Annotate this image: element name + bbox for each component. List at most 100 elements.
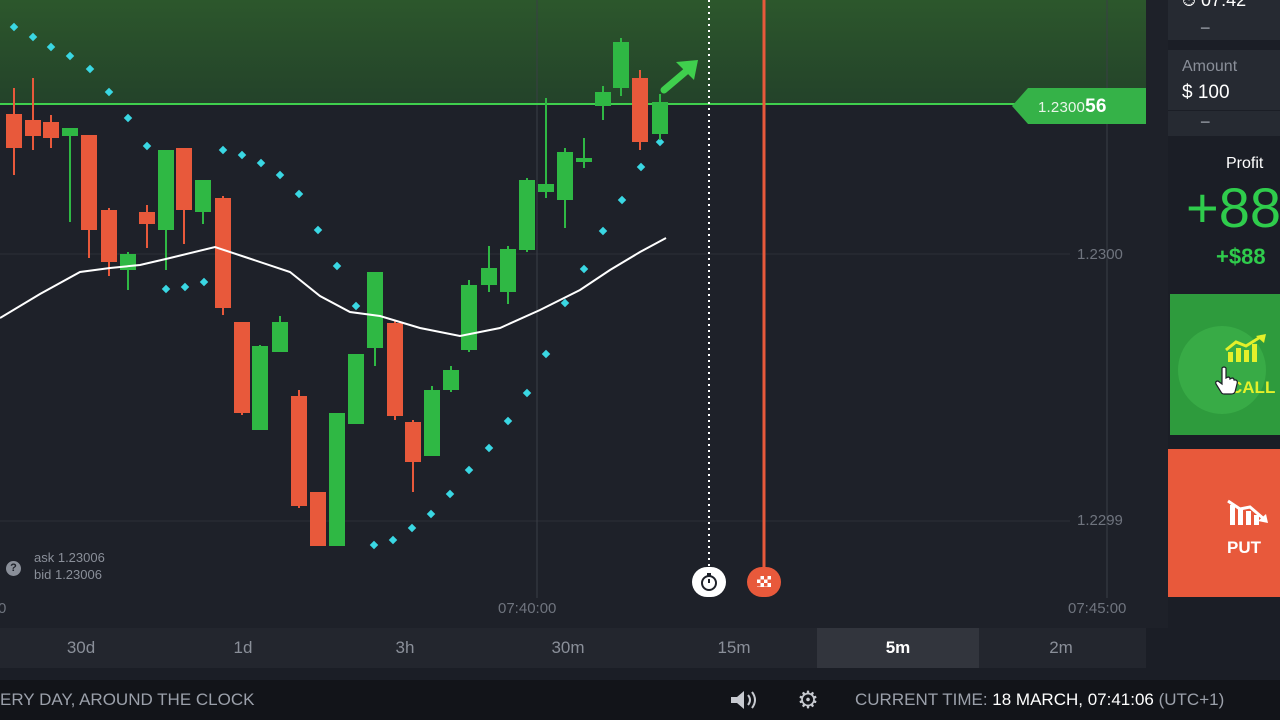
timeframe-15m[interactable]: 15m xyxy=(653,628,815,668)
candle xyxy=(291,390,307,508)
amount-label: Amount xyxy=(1182,58,1238,75)
candle xyxy=(62,128,78,222)
psar-dot xyxy=(388,535,398,545)
profit-percent: +88 xyxy=(1186,176,1280,239)
x-axis-label-mid: 07:40:00 xyxy=(498,600,557,617)
amount-field[interactable]: Amount $ 100 − xyxy=(1168,50,1280,136)
psar-dot xyxy=(142,141,152,151)
candle xyxy=(481,246,497,292)
candle xyxy=(348,354,364,424)
ask-price: ask 1.23006 xyxy=(34,550,105,565)
candle xyxy=(234,322,250,415)
timeframe-1d[interactable]: 1d xyxy=(162,628,324,668)
call-zone-highlight xyxy=(0,0,1146,104)
candle xyxy=(632,70,648,150)
price-chart[interactable]: 1.230056 1.2300 1.2299 0 07:40:00 07:45:… xyxy=(0,0,1168,628)
current-price-value: 1.230056 xyxy=(1038,96,1107,117)
psar-dot xyxy=(237,150,247,160)
psar-dot xyxy=(351,301,361,311)
candle xyxy=(387,320,403,420)
hand-cursor-icon xyxy=(1215,366,1238,395)
current-time: CURRENT TIME: 18 MARCH, 07:41:06 (UTC+1) xyxy=(855,690,1225,709)
gear-icon[interactable]: ⚙ xyxy=(793,686,823,714)
psar-dot xyxy=(199,277,209,287)
psar-dot xyxy=(407,523,417,533)
candle xyxy=(310,492,326,546)
put-button[interactable]: PUT xyxy=(1168,449,1280,597)
candlesticks xyxy=(6,38,668,546)
timeframe-5m[interactable]: 5m xyxy=(817,628,979,668)
info-icon[interactable]: ? xyxy=(6,561,21,576)
candle xyxy=(43,115,59,148)
timeframe-selector: 30d 1d 3h 30m 15m 5m 2m xyxy=(0,628,1146,668)
candle xyxy=(576,138,592,168)
psar-dot xyxy=(275,170,285,180)
candle xyxy=(139,205,155,248)
candle xyxy=(215,196,231,315)
candle xyxy=(500,246,516,304)
candle xyxy=(519,178,535,252)
moving-average-line xyxy=(0,237,667,338)
psar-dot xyxy=(256,158,266,168)
psar-dot xyxy=(484,443,494,453)
candle xyxy=(195,180,211,224)
timeframe-30d[interactable]: 30d xyxy=(0,628,162,668)
candle xyxy=(252,345,268,430)
psar-dot xyxy=(180,282,190,292)
candle xyxy=(367,272,383,366)
candle xyxy=(557,148,573,228)
chart-down-icon xyxy=(1227,499,1268,525)
psar-dot xyxy=(636,162,646,172)
amount-value[interactable]: $ 100 xyxy=(1182,82,1230,104)
psar-dot xyxy=(313,225,323,235)
psar-dot xyxy=(598,226,608,236)
stopwatch-icon xyxy=(692,567,726,597)
candle xyxy=(424,386,440,456)
psar-dot xyxy=(522,388,532,398)
finish-flag-icon xyxy=(747,567,781,597)
candle xyxy=(461,280,477,352)
psar-dot xyxy=(218,145,228,155)
psar-dot xyxy=(503,416,513,426)
candle xyxy=(538,98,554,198)
candle xyxy=(443,366,459,392)
expiration-time-field[interactable]: ⏱ 07:42 − xyxy=(1168,0,1280,40)
chart-canvas[interactable] xyxy=(0,0,1168,628)
bid-price: bid 1.23006 xyxy=(34,567,102,582)
candle xyxy=(272,316,288,352)
psar-dot xyxy=(294,189,304,199)
put-label: PUT xyxy=(1227,538,1261,557)
candle xyxy=(81,135,97,258)
candle xyxy=(176,148,192,244)
status-bar: ERY DAY, AROUND THE CLOCK ⚙ CURRENT TIME… xyxy=(0,680,1280,720)
psar-dot xyxy=(541,349,551,359)
candle xyxy=(158,150,174,270)
profit-amount: +$88 xyxy=(1216,244,1266,269)
candle xyxy=(613,38,629,96)
current-price-tag: 1.230056 xyxy=(1012,88,1146,124)
y-axis-label-upper: 1.2300 xyxy=(1077,246,1123,263)
psar-dot xyxy=(332,261,342,271)
x-axis-label-right: 07:45:00 xyxy=(1068,600,1127,617)
candle xyxy=(101,208,117,276)
psar-dot xyxy=(369,540,379,550)
expiration-time-value: ⏱ 07:42 xyxy=(1182,0,1247,10)
call-button-glow xyxy=(1178,326,1266,414)
psar-dot xyxy=(617,195,627,205)
psar-dot xyxy=(123,113,133,123)
chart-up-icon xyxy=(1225,334,1266,362)
timeframe-30m[interactable]: 30m xyxy=(487,628,649,668)
candle xyxy=(405,420,421,492)
x-axis-label-left: 0 xyxy=(0,600,7,617)
ticker-text: ERY DAY, AROUND THE CLOCK xyxy=(0,690,255,709)
psar-dot xyxy=(579,264,589,274)
call-button[interactable]: CALL xyxy=(1170,294,1280,435)
speaker-icon[interactable] xyxy=(728,688,762,712)
amount-decrease-button[interactable]: − xyxy=(1200,112,1211,133)
psar-dot xyxy=(426,509,436,519)
y-axis-label-lower: 1.2299 xyxy=(1077,512,1123,529)
expiration-decrease-button[interactable]: − xyxy=(1200,18,1211,39)
timeframe-2m[interactable]: 2m xyxy=(980,628,1142,668)
psar-dot xyxy=(161,284,171,294)
timeframe-3h[interactable]: 3h xyxy=(324,628,486,668)
